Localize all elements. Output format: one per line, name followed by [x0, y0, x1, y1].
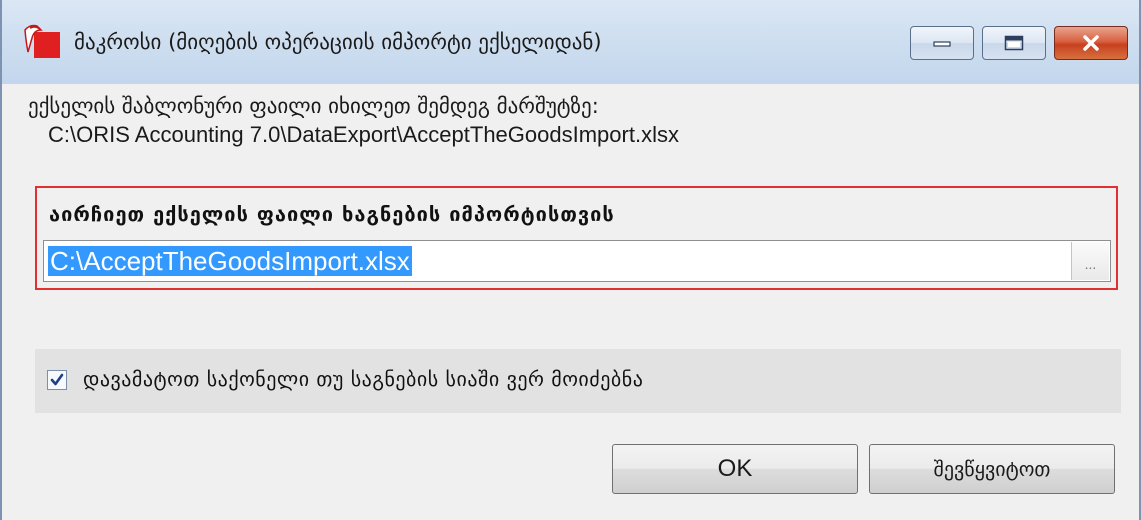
dialog-window: მაკროსი (მიღების ოპერაციის იმპორტი ექსელ… [0, 0, 1141, 520]
checkmark-icon [50, 373, 64, 386]
browse-button[interactable]: ... [1071, 242, 1109, 280]
dialog-content: ექსელის შაბლონური ფაილი იხილეთ შემდეგ მა… [2, 84, 1139, 520]
maximize-icon [1004, 35, 1024, 51]
oris-app-icon [24, 24, 60, 58]
ok-button[interactable]: OK [612, 444, 858, 494]
minimize-button[interactable] [910, 26, 974, 60]
cancel-button[interactable]: შევწყვიტოთ [869, 444, 1115, 494]
caption-buttons [910, 26, 1128, 60]
file-select-group: აირჩიეთ ექსელის ფაილი ხაგნების იმპორტისთ… [35, 186, 1118, 290]
window-title: მაკროსი (მიღების ოპერაციის იმპორტი ექსელ… [74, 30, 602, 54]
file-path-input[interactable]: C:\AcceptTheGoodsImport.xlsx ... [43, 240, 1111, 282]
add-goods-checkbox[interactable] [47, 370, 67, 390]
template-info-text: ექსელის შაბლონური ფაილი იხილეთ შემდეგ მა… [28, 94, 599, 118]
template-path-text: C:\ORIS Accounting 7.0\DataExport\Accept… [48, 122, 679, 147]
add-goods-label[interactable]: დავამატოთ საქონელი თუ საგნების სიაში ვერ… [83, 367, 643, 391]
title-bar[interactable]: მაკროსი (მიღების ოპერაციის იმპორტი ექსელ… [2, 0, 1139, 84]
minimize-icon [933, 41, 951, 47]
close-button[interactable] [1054, 26, 1128, 60]
maximize-button[interactable] [982, 26, 1046, 60]
file-select-label: აირჩიეთ ექსელის ფაილი ხაგნების იმპორტისთ… [49, 202, 615, 226]
option-panel: დავამატოთ საქონელი თუ საგნების სიაში ვერ… [35, 349, 1121, 413]
close-icon [1083, 35, 1099, 51]
file-path-value[interactable]: C:\AcceptTheGoodsImport.xlsx [48, 246, 412, 276]
